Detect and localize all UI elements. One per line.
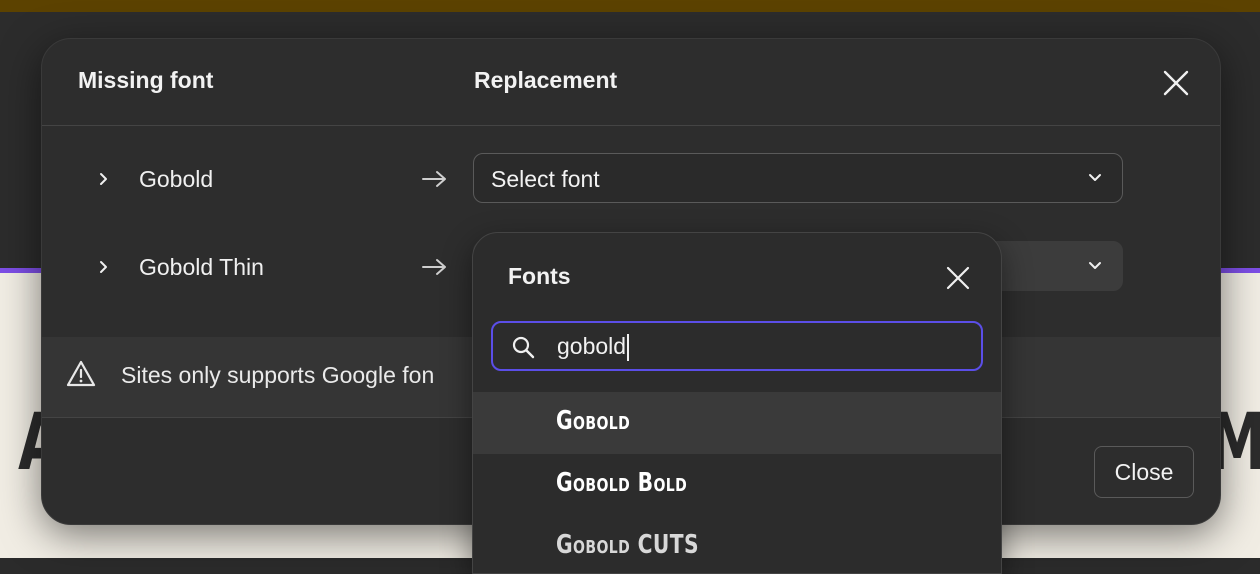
search-value: gobold xyxy=(557,333,630,362)
font-search-input[interactable]: gobold xyxy=(491,321,983,371)
missing-font-name: Gobold xyxy=(139,166,214,192)
font-picker-popover: Fonts gobold Gobold Gobold Bold Gobold C… xyxy=(472,232,1002,574)
close-icon[interactable] xyxy=(1160,67,1192,99)
warning-icon xyxy=(66,360,96,387)
select-value: Select font xyxy=(491,166,600,192)
header-divider xyxy=(42,125,1220,126)
arrow-right-icon xyxy=(422,259,446,275)
font-picker-title: Fonts xyxy=(508,263,571,289)
font-option-label: Gobold xyxy=(556,406,631,436)
missing-font-name: Gobold Thin xyxy=(139,254,264,280)
arrow-right-icon xyxy=(422,171,446,187)
warning-text: Sites only supports Google fon xyxy=(121,362,435,388)
missing-font-header: Missing font xyxy=(78,67,214,93)
close-button[interactable]: Close xyxy=(1094,446,1194,498)
font-option-label: Gobold Bold xyxy=(556,468,688,498)
font-option[interactable]: Gobold Bold xyxy=(473,454,1001,516)
chevron-down-icon xyxy=(1089,174,1101,181)
chevron-right-icon[interactable] xyxy=(97,172,111,186)
font-option[interactable]: Gobold CUTS xyxy=(473,516,1001,573)
search-icon xyxy=(512,336,535,359)
chevron-down-icon xyxy=(1089,262,1101,269)
chevron-right-icon[interactable] xyxy=(97,260,111,274)
background-top-bar xyxy=(0,0,1260,12)
close-icon[interactable] xyxy=(943,263,973,293)
replacement-font-select[interactable]: Select font xyxy=(473,153,1123,203)
replacement-header: Replacement xyxy=(474,67,618,93)
font-option[interactable]: Gobold xyxy=(473,392,1001,454)
text-cursor xyxy=(627,334,630,362)
font-option-label: Gobold CUTS xyxy=(556,530,699,560)
